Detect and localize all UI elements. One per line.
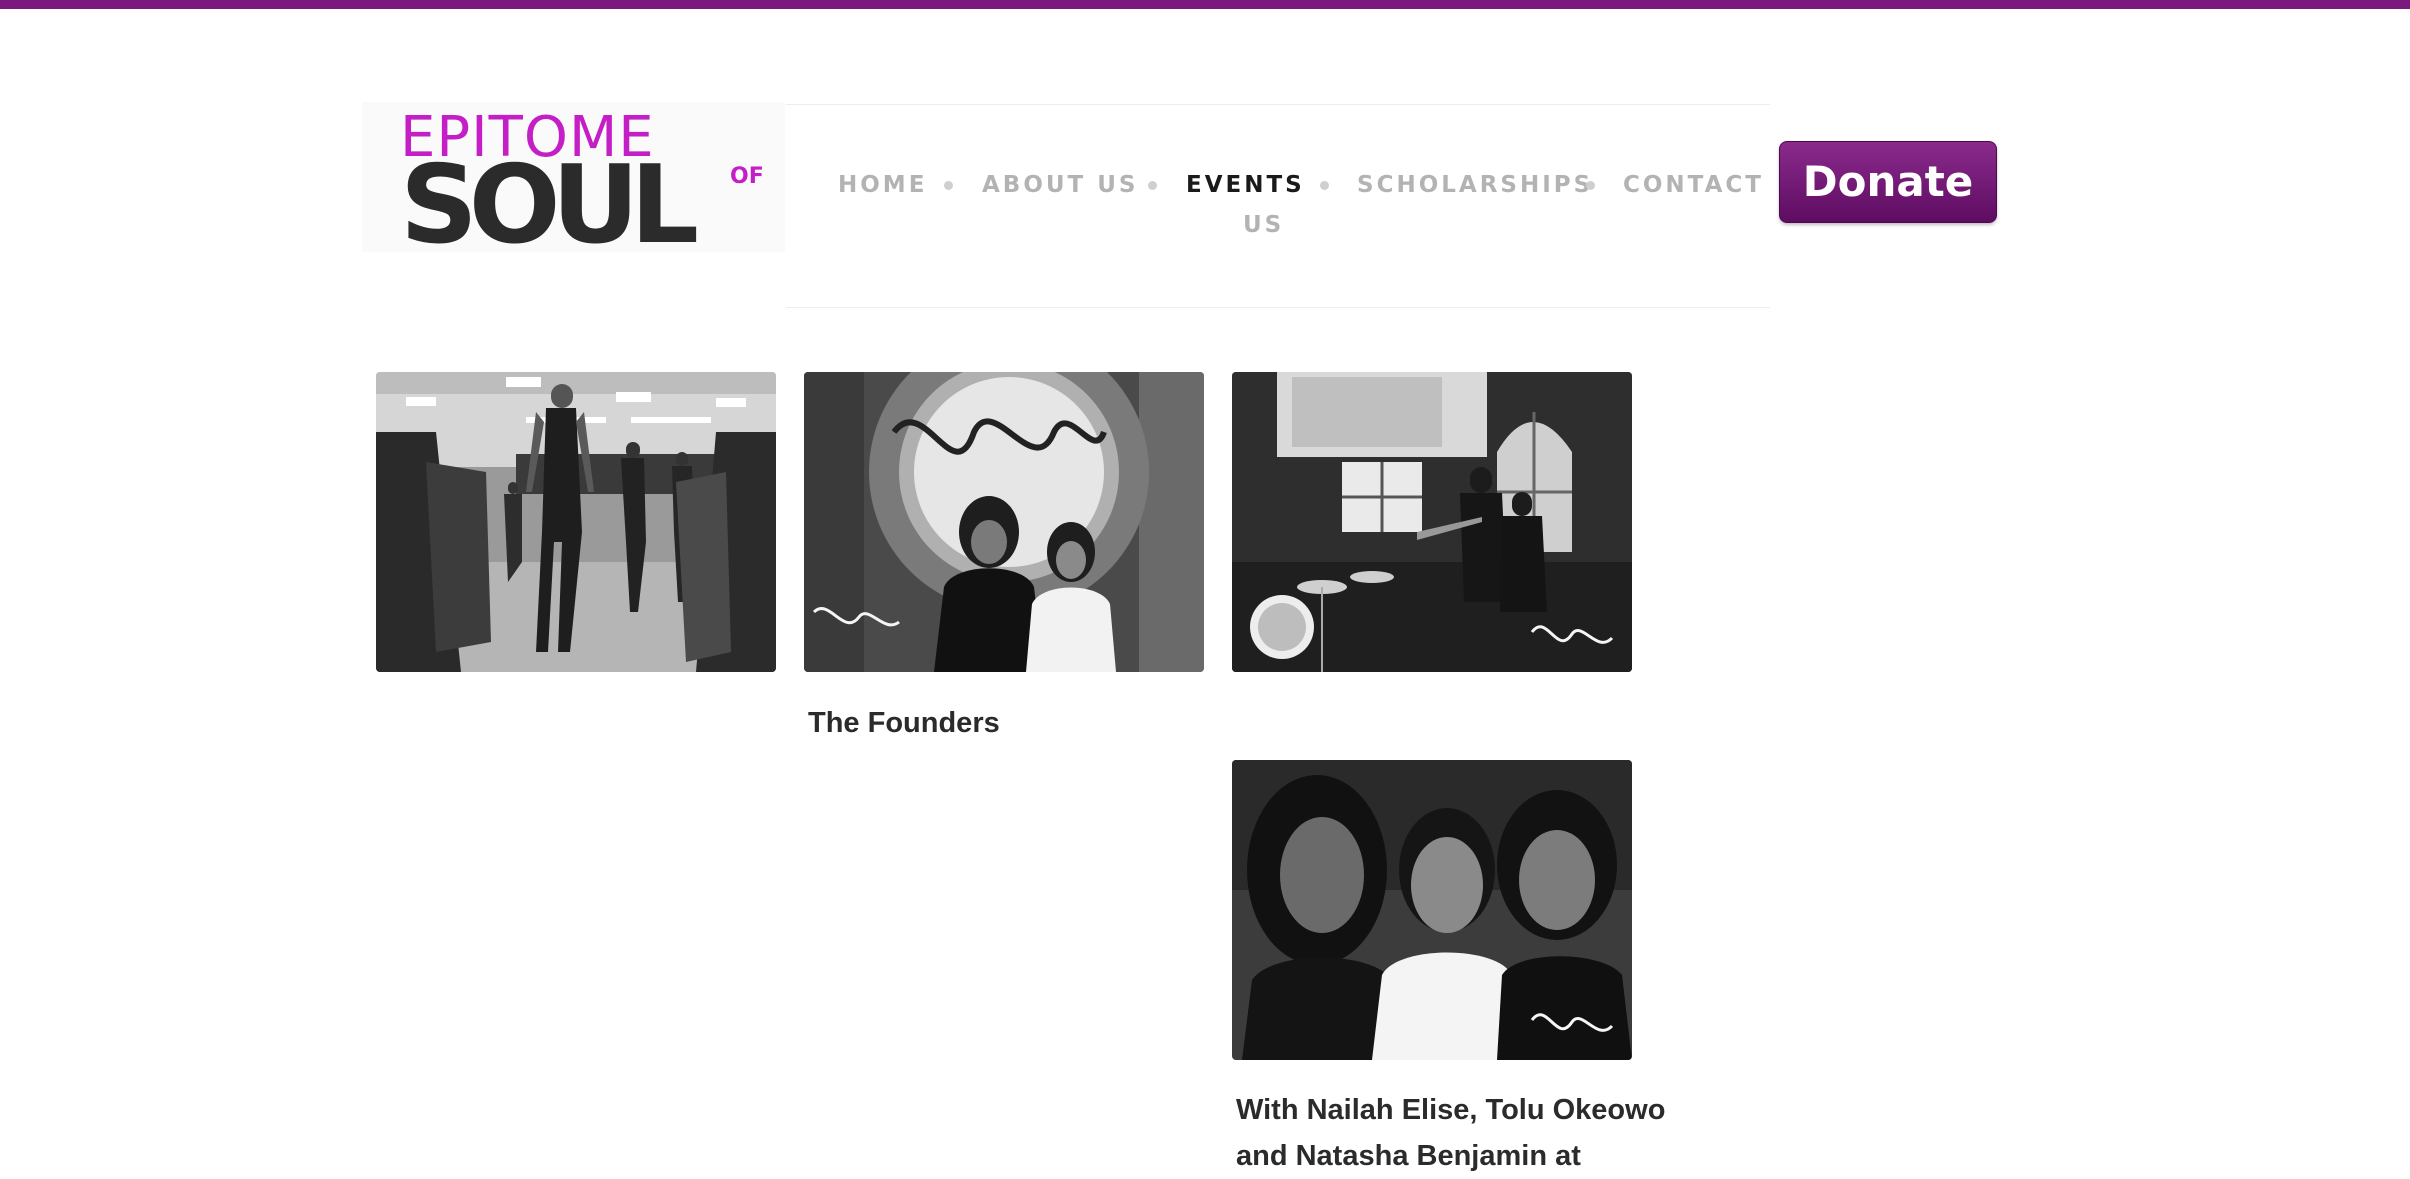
- gallery-caption-guests[interactable]: With Nailah Elise, Tolu Okeowo: [1236, 1087, 1665, 1133]
- nav-separator-dot: [944, 181, 953, 190]
- gallery-caption-guests-line2[interactable]: and Natasha Benjamin at: [1236, 1133, 1581, 1179]
- gallery-caption-founders[interactable]: The Founders: [808, 700, 1000, 746]
- site-logo[interactable]: EPITOME SOUL OF: [362, 102, 785, 260]
- nav-separator-dot: [1586, 181, 1595, 190]
- donate-button[interactable]: Donate: [1779, 141, 1997, 223]
- gallery-photo-dancers[interactable]: [376, 372, 776, 672]
- nav-events[interactable]: EVENTS: [1186, 172, 1305, 198]
- gallery-photo-guests[interactable]: [1232, 760, 1632, 1060]
- nav-separator-dot: [1320, 181, 1329, 190]
- nav-about-us[interactable]: ABOUT US: [982, 172, 1139, 198]
- gallery-photo-band[interactable]: [1232, 372, 1632, 672]
- nav-separator-dot: [1148, 181, 1157, 190]
- logo-wordmark-of: OF: [730, 164, 764, 189]
- nav-contact-continued[interactable]: US: [1243, 212, 1284, 238]
- nav-scholarships[interactable]: SCHOLARSHIPS: [1357, 172, 1593, 198]
- gallery-photo-founders[interactable]: [804, 372, 1204, 672]
- main-navigation: [786, 104, 1770, 308]
- logo-wordmark-soul: SOUL: [400, 143, 699, 268]
- top-accent-bar: [0, 0, 2410, 9]
- nav-home[interactable]: HOME: [838, 172, 927, 198]
- nav-contact[interactable]: CONTACT: [1623, 172, 1764, 198]
